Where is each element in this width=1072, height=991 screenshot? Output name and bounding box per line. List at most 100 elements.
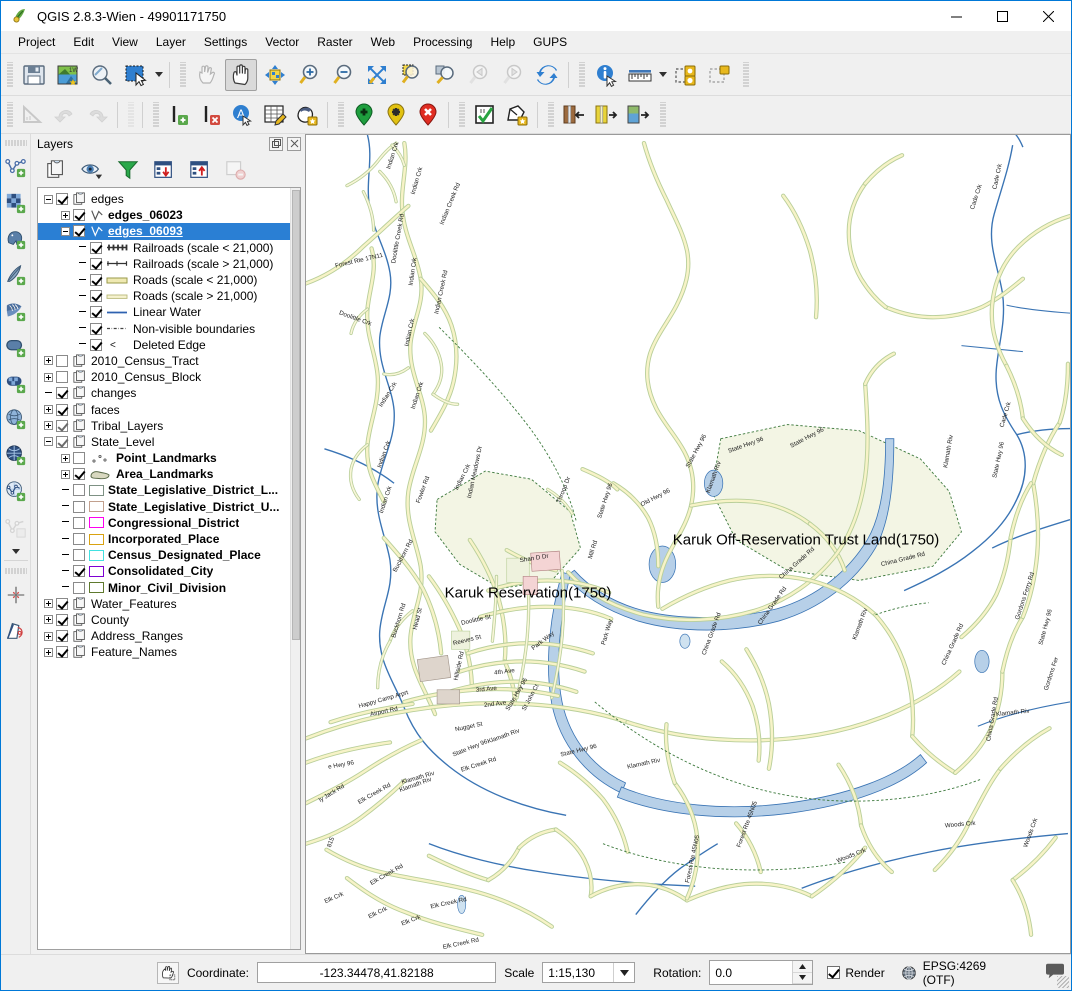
rail-dropdown-arrow[interactable] [10, 545, 22, 557]
add-edge-button[interactable] [164, 100, 194, 130]
open-attribute-table-button[interactable] [260, 100, 290, 130]
redo-button[interactable] [82, 100, 112, 130]
menu-project[interactable]: Project [9, 32, 64, 52]
add-mssql-layer-button[interactable] [2, 293, 30, 329]
toolbar-grip-4[interactable] [741, 62, 750, 88]
add-wcs-layer-button[interactable] [2, 437, 30, 473]
tree-expander-icon[interactable] [44, 195, 53, 204]
select-features-dropdown-arrow[interactable] [153, 62, 165, 88]
deselect-features-button[interactable] [704, 59, 736, 91]
render-checkbox[interactable]: Render [827, 966, 884, 980]
layer-tree-item[interactable]: State_Legislative_District_L... [38, 482, 300, 498]
zoom-full-button[interactable] [361, 59, 393, 91]
minimize-button[interactable] [933, 1, 979, 31]
tree-expander-icon[interactable] [44, 373, 53, 382]
rotation-value[interactable]: 0.0 [710, 961, 792, 984]
menu-web[interactable]: Web [362, 32, 404, 52]
rotation-increment-button[interactable] [793, 961, 812, 973]
pan-to-selection-button[interactable] [259, 59, 291, 91]
layer-visibility-checkbox[interactable] [56, 355, 68, 367]
layer-visibility-checkbox[interactable] [56, 193, 68, 205]
tree-expander-icon[interactable] [44, 405, 53, 414]
add-delimited-text-layer-button[interactable] [2, 509, 30, 545]
rotation-spinbox[interactable]: 0.0 [709, 960, 813, 985]
tree-expander-icon[interactable] [44, 356, 53, 365]
zip-grip[interactable] [546, 102, 555, 128]
toolbar-grip-3[interactable] [577, 62, 586, 88]
add-raster-layer-button[interactable] [2, 185, 30, 221]
layers-panel-float-button[interactable] [269, 137, 283, 151]
review-changes-button[interactable] [470, 100, 500, 130]
layer-tree-item[interactable]: Railroads (scale > 21,000) [38, 256, 300, 272]
layer-tree-item[interactable]: Roads (scale < 21,000) [38, 272, 300, 288]
layers-panel-close-button[interactable] [287, 137, 301, 151]
layer-tree-scrollbar[interactable] [290, 188, 300, 949]
layer-tree-item[interactable]: State_Level [38, 434, 300, 450]
menu-view[interactable]: View [103, 32, 147, 52]
layer-visibility-checkbox[interactable] [90, 274, 102, 286]
layer-tree-item[interactable]: State_Legislative_District_U... [38, 499, 300, 515]
layer-tree-item[interactable]: Incorporated_Place [38, 531, 300, 547]
layer-tree-item[interactable]: <Deleted Edge [38, 337, 300, 353]
select-by-expression-button[interactable] [670, 59, 702, 91]
layer-tree-item[interactable]: Roads (scale > 21,000) [38, 288, 300, 304]
identify-features-button[interactable] [590, 59, 622, 91]
layer-visibility-checkbox[interactable] [73, 549, 85, 561]
layer-visibility-checkbox[interactable] [73, 582, 85, 594]
menu-settings[interactable]: Settings [195, 32, 256, 52]
rail-grip-2[interactable] [5, 567, 27, 575]
export-zip-button[interactable] [591, 100, 621, 130]
layer-visibility-checkbox[interactable] [56, 630, 68, 642]
rotation-decrement-button[interactable] [793, 973, 812, 985]
delete-edge-button[interactable] [196, 100, 226, 130]
layer-visibility-checkbox[interactable] [73, 484, 85, 496]
layer-visibility-checkbox[interactable] [90, 339, 102, 351]
add-oracle-layer-button[interactable] [2, 329, 30, 365]
layer-visibility-checkbox[interactable] [56, 598, 68, 610]
layer-tree-item[interactable]: Consolidated_City [38, 563, 300, 579]
tree-expander-icon[interactable] [44, 421, 53, 430]
layer-visibility-checkbox[interactable] [73, 533, 85, 545]
tree-expander-icon[interactable] [44, 599, 53, 608]
layer-tree-item[interactable]: Minor_Civil_Division [38, 580, 300, 596]
add-db2-layer-button[interactable] [2, 365, 30, 401]
layer-tree-scroll-thumb[interactable] [292, 190, 300, 640]
digitizing-grip-2[interactable] [126, 102, 135, 128]
layer-visibility-checkbox[interactable] [90, 290, 102, 302]
landmark-grip[interactable] [336, 102, 345, 128]
menu-processing[interactable]: Processing [404, 32, 481, 52]
layer-tree-item[interactable]: Address_Ranges [38, 628, 300, 644]
coordinate-input[interactable]: -123.34478,41.82188 [257, 962, 496, 983]
zoom-out-button[interactable] [327, 59, 359, 91]
layer-tree-item[interactable]: Census_Designated_Place [38, 547, 300, 563]
manage-layer-visibility-button[interactable] [77, 156, 107, 184]
layer-tree-item[interactable]: Water_Features [38, 596, 300, 612]
scale-combobox[interactable]: 1:15,130 [542, 962, 635, 983]
save-project-button[interactable] [18, 59, 50, 91]
layer-visibility-checkbox[interactable] [73, 565, 85, 577]
layer-visibility-checkbox[interactable] [90, 258, 102, 270]
layer-tree-item[interactable]: faces [38, 401, 300, 417]
review-grip[interactable] [457, 102, 466, 128]
menu-vector[interactable]: Vector [256, 32, 308, 52]
close-button[interactable] [1025, 1, 1071, 31]
layer-visibility-checkbox[interactable] [73, 517, 85, 529]
layer-visibility-checkbox[interactable] [90, 323, 102, 335]
layer-tree-item[interactable]: edges [38, 191, 300, 207]
add-wms-layer-button[interactable] [2, 401, 30, 437]
menu-edit[interactable]: Edit [64, 32, 103, 52]
toolbar-grip-2[interactable] [178, 62, 187, 88]
expand-all-button[interactable] [149, 156, 179, 184]
menu-help[interactable]: Help [481, 32, 524, 52]
measure-area-button[interactable] [18, 100, 48, 130]
layer-visibility-checkbox[interactable] [73, 501, 85, 513]
layer-visibility-checkbox[interactable] [56, 436, 68, 448]
layer-visibility-checkbox[interactable] [56, 420, 68, 432]
layer-tree-item[interactable]: County [38, 612, 300, 628]
filter-legend-button[interactable] [113, 156, 143, 184]
digitizing-grip[interactable] [5, 102, 14, 128]
rotation-spin-buttons[interactable] [792, 961, 812, 984]
tree-expander-icon[interactable] [61, 470, 70, 479]
remove-layer-button[interactable] [221, 156, 251, 184]
tree-expander-icon[interactable] [44, 632, 53, 641]
